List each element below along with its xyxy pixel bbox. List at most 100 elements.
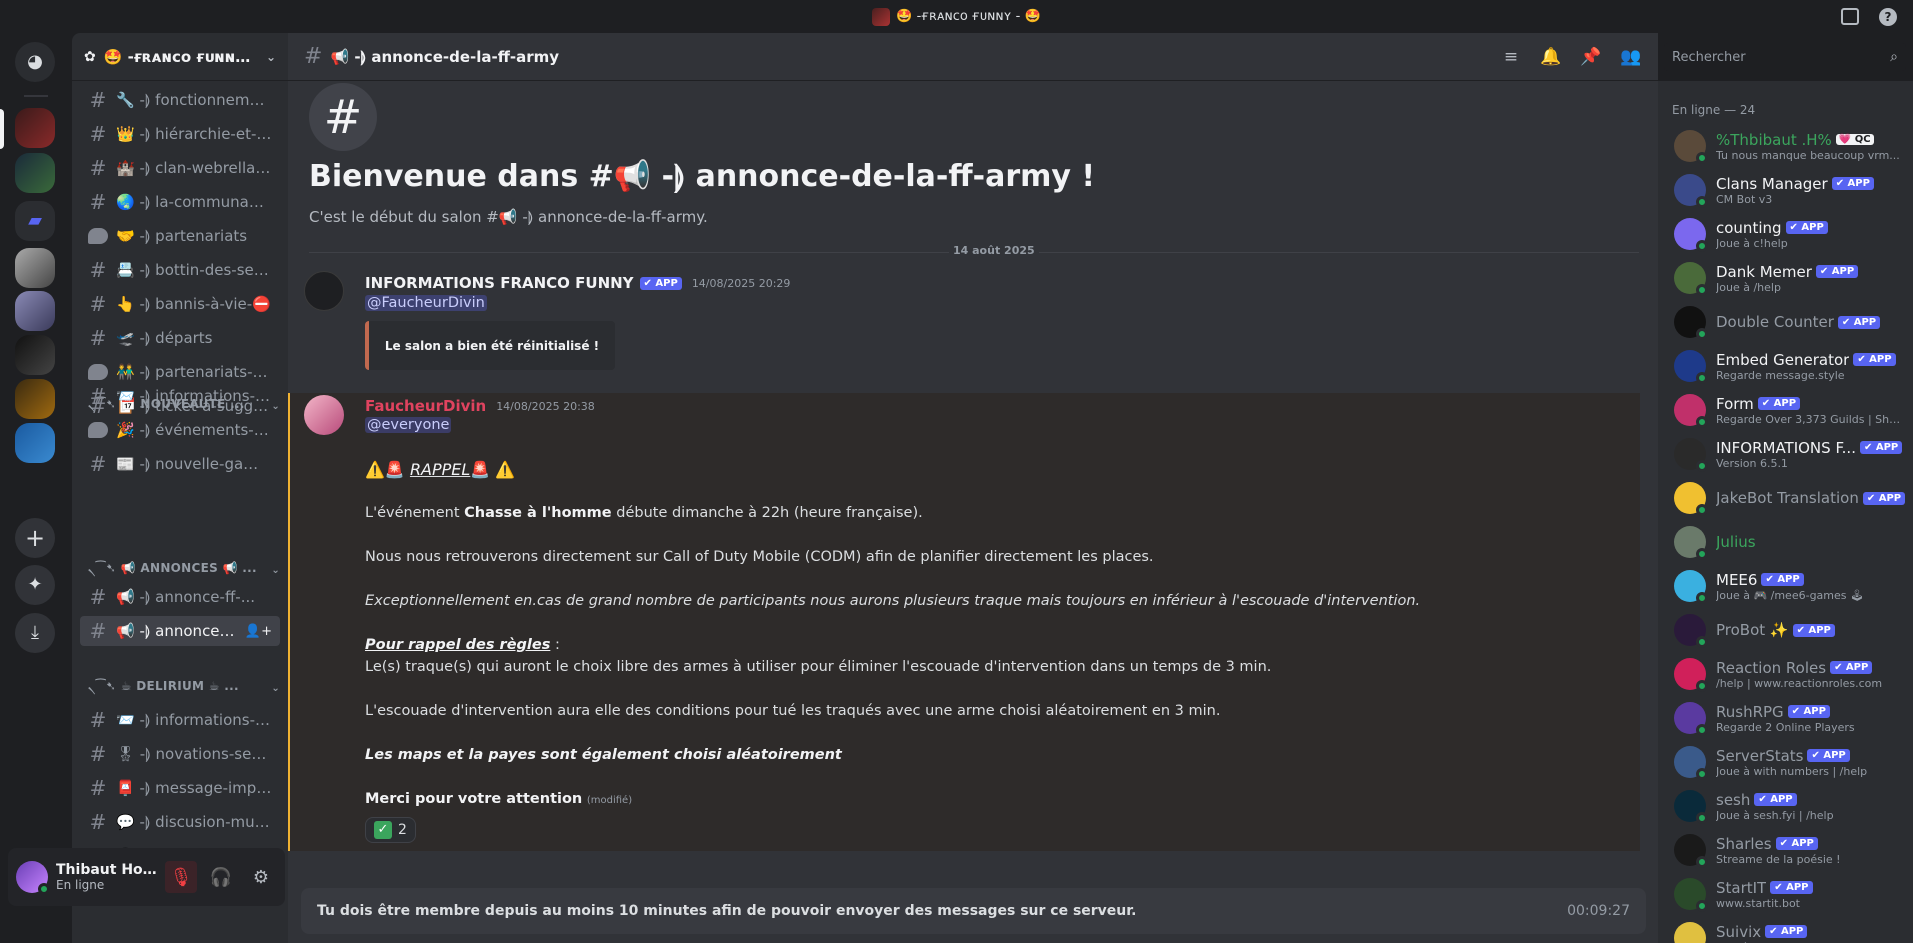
message-header: FaucheurDivin 14/08/2025 20:38 <box>365 397 595 415</box>
timestamp: 14/08/2025 20:38 <box>496 399 595 413</box>
channel-item[interactable]: # 🛫 -⟭ départs <box>80 323 280 353</box>
avatar <box>1674 878 1708 912</box>
member-name: Embed Generator <box>1716 350 1850 369</box>
online-status-icon <box>1696 768 1708 780</box>
server-header[interactable]: ✿ 🤩 -ғʀᴀɴᴄᴏ ғᴜɴɴʏ ... ⌄ <box>72 33 288 81</box>
member-item[interactable]: RushRPG ✔ APP Regarde 2 Online Players <box>1666 697 1906 739</box>
server-icon-franco-funny[interactable] <box>15 108 55 148</box>
online-status-icon <box>1696 680 1708 692</box>
member-item[interactable]: %Thbibaut .H% 💗 QC Tu nous manque beaucoup… <box>1666 125 1906 167</box>
server-icon[interactable] <box>15 153 55 193</box>
channel-item[interactable]: # 📢 -⟭ annonce-d... 👤+ <box>80 616 280 646</box>
app-badge: ✔ APP <box>1837 315 1881 329</box>
members-icon[interactable]: 👥 <box>1620 46 1642 68</box>
folder-icon[interactable]: ▰ <box>15 201 55 241</box>
hash-icon: # <box>89 190 107 214</box>
member-activity: Version 6.5.1 <box>1716 456 1788 470</box>
member-item[interactable]: Form ✔ APP Regarde Over 3,373 Guilds | Sha… <box>1666 389 1906 431</box>
reaction-button[interactable]: ✓ 2 <box>365 817 416 843</box>
inbox-icon[interactable] <box>1841 8 1859 25</box>
channel-item[interactable]: 🎉 -⟭ événements-s... <box>80 415 280 445</box>
category-header[interactable]: ৲⁀➷ ☕ DELIRIUM ☕ ... ⌄ <box>88 678 280 698</box>
headphones-icon[interactable]: 🎧 <box>205 861 237 893</box>
online-status-icon <box>1696 240 1708 252</box>
member-item[interactable]: Julius <box>1666 521 1906 563</box>
member-item[interactable]: INFORMATIONS F... ✔ APP Version 6.5.1 <box>1666 433 1906 475</box>
pin-icon[interactable]: 📌 <box>1580 46 1602 68</box>
member-activity: Joue à sesh.fyi | /help <box>1716 808 1834 822</box>
channel-item[interactable]: # 🏰 -⟭ clan-webrella-... <box>80 153 280 183</box>
channel-item[interactable]: 🤝 -⟭ partenariats <box>80 221 280 251</box>
avatar[interactable] <box>304 395 344 435</box>
channel-item[interactable]: # 💬 -⟭ discusion-mult... <box>80 807 280 837</box>
member-item[interactable]: Embed Generator ✔ APP Regarde message.styl… <box>1666 345 1906 387</box>
search-input[interactable] <box>1672 49 1891 65</box>
download-icon[interactable]: ⤓ <box>15 613 55 653</box>
message-line: Merci pour votre attention (modifié) <box>365 791 633 807</box>
member-name: Reaction Roles <box>1716 658 1827 677</box>
channel-item[interactable]: # 🌏 -⟭ la-communaut... <box>80 187 280 217</box>
help-icon[interactable]: ? <box>1879 8 1897 26</box>
channel-item[interactable]: # 🔧 -⟭ fonctionneme... <box>80 85 280 115</box>
avatar[interactable] <box>304 271 344 311</box>
channel-name: 👑 -⟭ hiérarchie-et-r... <box>116 125 272 143</box>
member-item[interactable]: ProBot ✨ ✔ APP <box>1666 609 1906 651</box>
avatar[interactable] <box>16 861 50 895</box>
member-item[interactable]: ServerStats ✔ APP Joue à with numbers | /h… <box>1666 741 1906 783</box>
mic-muted-icon[interactable]: 🎙 <box>165 861 197 893</box>
member-item[interactable]: Suivix✔ APPJoue à v.5.1.4-stable | suivi… <box>1666 917 1906 943</box>
gear-icon[interactable]: ⚙ <box>245 861 277 893</box>
app-badge: ✔ APP <box>1862 491 1906 505</box>
chevron-down-icon[interactable]: ⌄ <box>266 50 276 64</box>
invite-icon[interactable]: 👤+ <box>245 624 272 639</box>
member-item[interactable]: Sharles ✔ APP Streame de la poésie ! <box>1666 829 1906 871</box>
user-mention[interactable]: @FaucheurDivin <box>365 295 487 311</box>
everyone-mention[interactable]: @everyone <box>365 417 452 433</box>
channel-item[interactable]: # 📨 -⟭ informations-c... <box>80 381 280 411</box>
add-server-icon[interactable]: + <box>15 518 55 558</box>
threads-icon[interactable]: ≡ <box>1500 46 1522 68</box>
server-icon[interactable] <box>15 379 55 419</box>
member-item[interactable]: Double Counter ✔ APP <box>1666 301 1906 343</box>
avatar <box>1674 922 1706 943</box>
channel-item[interactable]: # 📨 -⟭ informations-c... <box>80 705 280 735</box>
member-item[interactable]: StartIT ✔ APP www.startit.bot <box>1666 873 1906 915</box>
app-badge: ✔ APP <box>1761 573 1804 586</box>
message-line: L'événement Chasse à l'homme débute dima… <box>365 505 923 521</box>
member-item[interactable]: counting ✔ APP Joue à c!help <box>1666 213 1906 255</box>
author-name[interactable]: INFORMATIONS FRANCO FUNNY <box>365 274 634 292</box>
member-item[interactable]: sesh ✔ APP Joue à sesh.fyi | /help <box>1666 785 1906 827</box>
channel-item[interactable]: # 👑 -⟭ hiérarchie-et-r... <box>80 119 280 149</box>
channel-item[interactable]: # 👆 -⟭ bannis-à-vie-⛔ <box>80 289 280 319</box>
message-line: L'escouade d'intervention aura elle des … <box>365 703 1221 719</box>
discord-home-icon[interactable]: ◕ <box>15 42 55 82</box>
member-name: Form <box>1716 394 1754 413</box>
server-icon[interactable] <box>15 335 55 375</box>
explore-icon[interactable]: ✦ <box>15 565 55 605</box>
app-badge: ✔ APP <box>1807 749 1850 762</box>
member-item[interactable]: MEE6 ✔ APP Joue à 🎮 /mee6-games 🕹 <box>1666 565 1906 607</box>
member-item[interactable]: Dank Memer ✔ APP Joue à /help <box>1666 257 1906 299</box>
channel-name: 🎖 -⟭ novations-serv... <box>116 745 272 763</box>
member-item[interactable]: Clans Manager ✔ APP CM Bot v3 <box>1666 169 1906 211</box>
member-item[interactable]: Reaction Roles ✔ APP/help | www.reactionr… <box>1666 653 1906 695</box>
message-line: Nous nous retrouverons directement sur C… <box>365 549 1154 565</box>
server-icon-mq[interactable] <box>15 248 55 288</box>
channel-item[interactable]: # 🎖 -⟭ novations-serv... <box>80 739 280 769</box>
channel-item[interactable]: # 📰 -⟭ nouvelle-gaming <box>80 449 280 479</box>
member-info: RushRPG ✔ APP Regarde 2 Online Players <box>1716 703 1906 734</box>
user-names[interactable]: Thibaut Hoz... En ligne <box>56 862 157 892</box>
server-icon[interactable] <box>15 423 55 463</box>
member-name: Dank Memer <box>1716 262 1812 281</box>
channel-sidebar: ✿ 🤩 -ғʀᴀɴᴄᴏ ғᴜɴɴʏ ... ⌄ # 🔧 -⟭ fonctionne… <box>72 33 288 943</box>
author-name[interactable]: FaucheurDivin <box>365 397 486 415</box>
member-item[interactable]: JakeBot Translation ✔ APP <box>1666 477 1906 519</box>
category-header[interactable]: ৲⁀➷ 📢 ANNONCES 📢 ... ⌄ <box>88 560 280 580</box>
channel-item[interactable]: # 📢 -⟭ annonce-ff-... <box>80 582 280 612</box>
message-input-locked: Tu dois être membre depuis au moins 10 m… <box>301 888 1646 934</box>
member-list: En ligne — 24 %Thbibaut .H% 💗 QC Tu nous m… <box>1658 81 1913 943</box>
channel-item[interactable]: # 📮 -⟭ message-impo... <box>80 773 280 803</box>
server-icon[interactable] <box>15 291 55 331</box>
bell-icon[interactable]: 🔔 <box>1540 46 1562 68</box>
channel-item[interactable]: # 📇 -⟭ bottin-des-ser... <box>80 255 280 285</box>
